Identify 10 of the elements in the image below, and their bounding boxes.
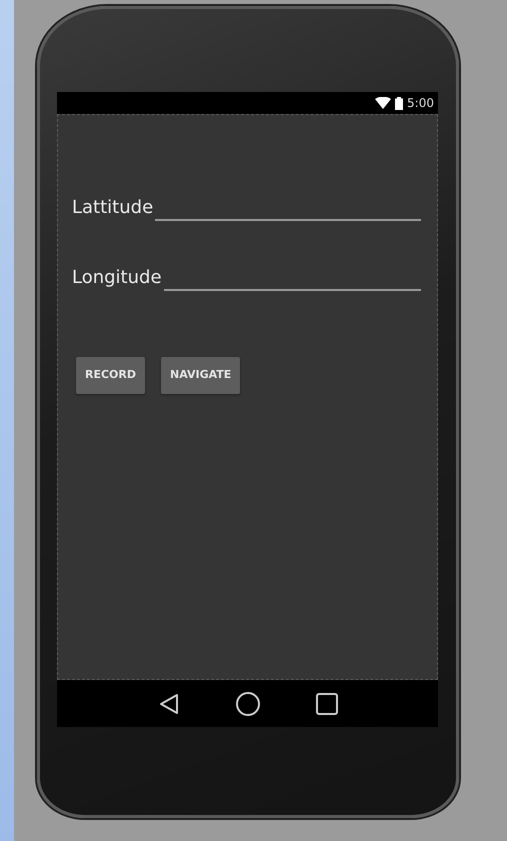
field-label: Lattitude [72, 196, 154, 220]
recents-icon[interactable] [316, 692, 338, 714]
battery-icon [395, 96, 404, 110]
field-label: Longitude [72, 266, 162, 290]
action-button[interactable]: NAVIGATE [161, 357, 240, 394]
home-icon[interactable] [236, 692, 260, 716]
status-time: 5:00 [407, 95, 434, 112]
action-button[interactable]: RECORD [76, 357, 146, 394]
back-icon[interactable] [158, 692, 180, 714]
wifi-icon [375, 97, 392, 109]
